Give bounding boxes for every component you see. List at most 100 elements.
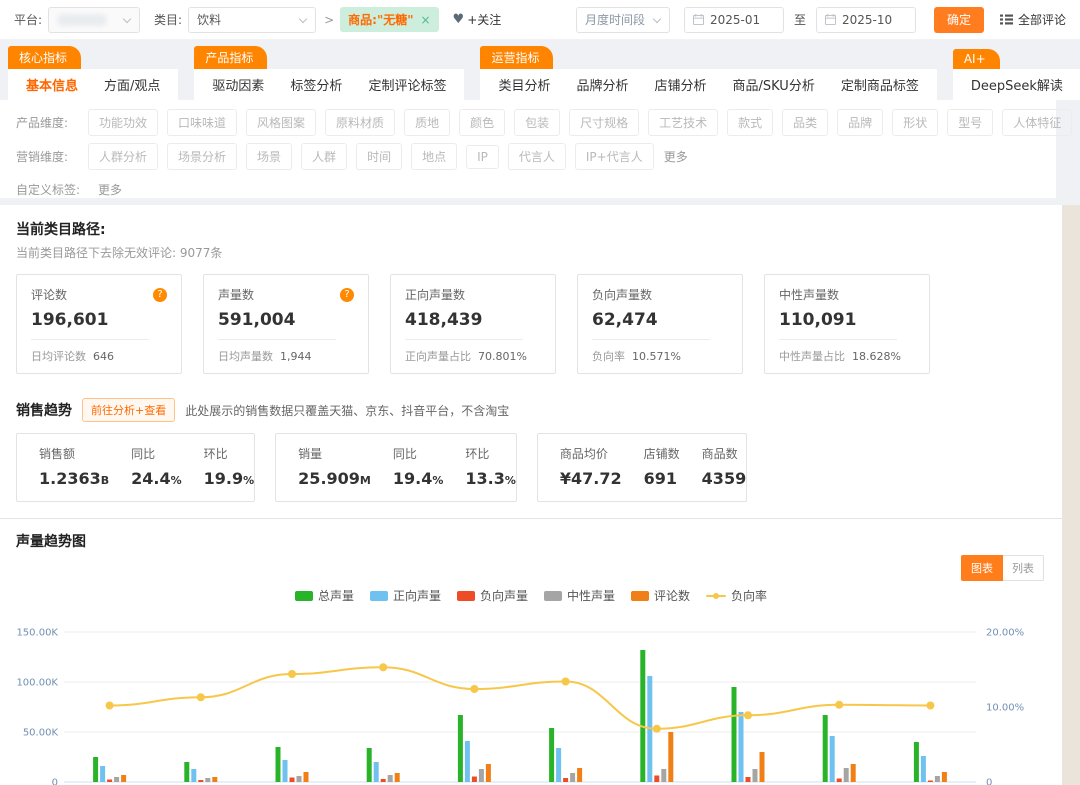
bar [283,760,288,782]
nav-item[interactable]: 定制商品标签 [841,75,919,94]
legend-label: 正向声量 [393,587,441,604]
line-point [288,670,296,678]
bar [191,769,196,782]
filter-chip[interactable]: 代言人 [508,143,566,170]
more-link[interactable]: 更多 [98,181,122,198]
metric-divider [779,339,897,340]
filter-chip[interactable]: IP [466,145,499,169]
sales-metric-value: 1.2363B [39,469,109,488]
sales-metric-label: 同比 [393,445,444,462]
filter-chip[interactable]: 功能功效 [88,109,158,136]
chevron-down-icon [123,16,131,24]
nav-group-tab[interactable]: 产品指标 [194,46,267,69]
bar [654,776,659,783]
follow-button[interactable]: ♥ +关注 [453,11,502,28]
nav-item[interactable]: 品牌分析 [576,75,628,94]
left-axis-tick: 150.00K [16,628,58,639]
toggle-chart-view[interactable]: 图表 [961,555,1003,581]
bar [914,742,919,782]
bar [297,776,302,782]
nav-group-tab[interactable]: AI+ [953,49,1000,69]
sales-metric: 同比 24.4% [109,445,182,488]
legend-item-正向声量[interactable]: 正向声量 [370,587,441,604]
nav-item[interactable]: 商品/SKU分析 [733,75,815,94]
goto-analysis-button[interactable]: 前往分析+查看 [82,398,175,422]
filter-chip[interactable]: 品类 [782,109,828,136]
heart-icon: ♥ [453,12,465,27]
legend-item-中性声量[interactable]: 中性声量 [544,587,615,604]
nav-item[interactable]: 驱动因素 [212,75,264,94]
bar [290,778,295,783]
date-end-input[interactable]: 2025-10 [816,7,916,33]
filter-chip[interactable]: 风格图案 [246,109,316,136]
filter-chip[interactable]: 时间 [356,143,402,170]
nav-item[interactable]: 基本信息 [26,75,78,94]
filter-chip[interactable]: 形状 [892,109,938,136]
nav-item[interactable]: 标签分析 [290,75,342,94]
filter-chip[interactable]: 人体特征 [1002,109,1072,136]
bar [935,776,940,782]
tag-close-icon[interactable]: × [420,13,430,27]
keyword-filter-tag[interactable]: 商品:"无糖" × [340,7,438,32]
filter-chip[interactable]: 人群分析 [88,143,158,170]
nav-group-tab[interactable]: 运营指标 [480,46,553,69]
legend-item-负向率[interactable]: 负向率 [706,587,767,604]
filter-chip[interactable]: 人群 [301,143,347,170]
filter-chip[interactable]: 款式 [727,109,773,136]
nav-item[interactable]: DeepSeek解读 [971,75,1063,94]
category-select[interactable]: 饮料 [188,7,316,33]
legend-item-评论数[interactable]: 评论数 [631,587,690,604]
nav-group-tab[interactable]: 核心指标 [8,46,81,69]
more-link[interactable]: 更多 [664,148,688,165]
nav-item[interactable]: 店铺分析 [654,75,706,94]
bar [823,715,828,782]
legend-item-负向声量[interactable]: 负向声量 [457,587,528,604]
help-icon[interactable]: ? [153,288,167,302]
toggle-list-view[interactable]: 列表 [1003,555,1044,581]
legend-item-总声量[interactable]: 总声量 [295,587,354,604]
bar [549,728,554,782]
filter-chip[interactable]: 场景分析 [167,143,237,170]
nav-item[interactable]: 类目分析 [498,75,550,94]
filter-chip[interactable]: 原料材质 [325,109,395,136]
metric-foot-label: 日均评论数 [31,350,86,363]
metric-foot-value: 10.571% [632,350,681,363]
nav-item[interactable]: 方面/观点 [104,75,160,94]
filter-chip[interactable]: 地点 [411,143,457,170]
filter-chip[interactable]: 包装 [514,109,560,136]
sales-metric-label: 商品均价 [560,445,622,462]
sales-metric-label: 销量 [298,445,371,462]
confirm-button[interactable]: 确定 [934,7,984,33]
filter-chip[interactable]: 型号 [947,109,993,136]
calendar-icon [825,14,836,25]
bar [367,748,372,782]
all-comments-button[interactable]: 全部评论 [1000,11,1066,28]
date-end-value: 2025-10 [842,13,892,27]
filter-chip[interactable]: 颜色 [459,109,505,136]
bar [374,762,379,782]
filter-chip[interactable]: IP+代言人 [575,143,654,170]
sales-metric-value: 19.4% [393,469,444,488]
filter-chip[interactable]: 口味味道 [167,109,237,136]
right-axis-tick: 0 [986,778,992,785]
date-start-input[interactable]: 2025-01 [684,7,784,33]
platform-select[interactable] [48,7,140,33]
filter-chip[interactable]: 品牌 [837,109,883,136]
sales-metric-value: 25.909M [298,469,371,488]
nav-item[interactable]: 定制评论标签 [368,75,446,94]
volume-trend-chart[interactable]: 050.00K100.00K150.00K010.00%20.00%2025-0… [16,610,1046,785]
bar [942,772,947,782]
filter-chip[interactable]: 场景 [246,143,292,170]
period-type-select[interactable]: 月度时间段 [576,7,670,33]
sales-metric-label: 环比 [204,445,255,462]
bar [479,769,484,782]
filter-chip[interactable]: 尺寸规格 [569,109,639,136]
filter-chip[interactable]: 工艺技术 [648,109,718,136]
bar [668,732,673,782]
bar [472,777,477,783]
help-icon[interactable]: ? [340,288,354,302]
filter-chip[interactable]: 质地 [404,109,450,136]
sales-metric: 销量 25.909M [276,445,371,488]
bar [93,757,98,782]
line-point [106,702,114,710]
